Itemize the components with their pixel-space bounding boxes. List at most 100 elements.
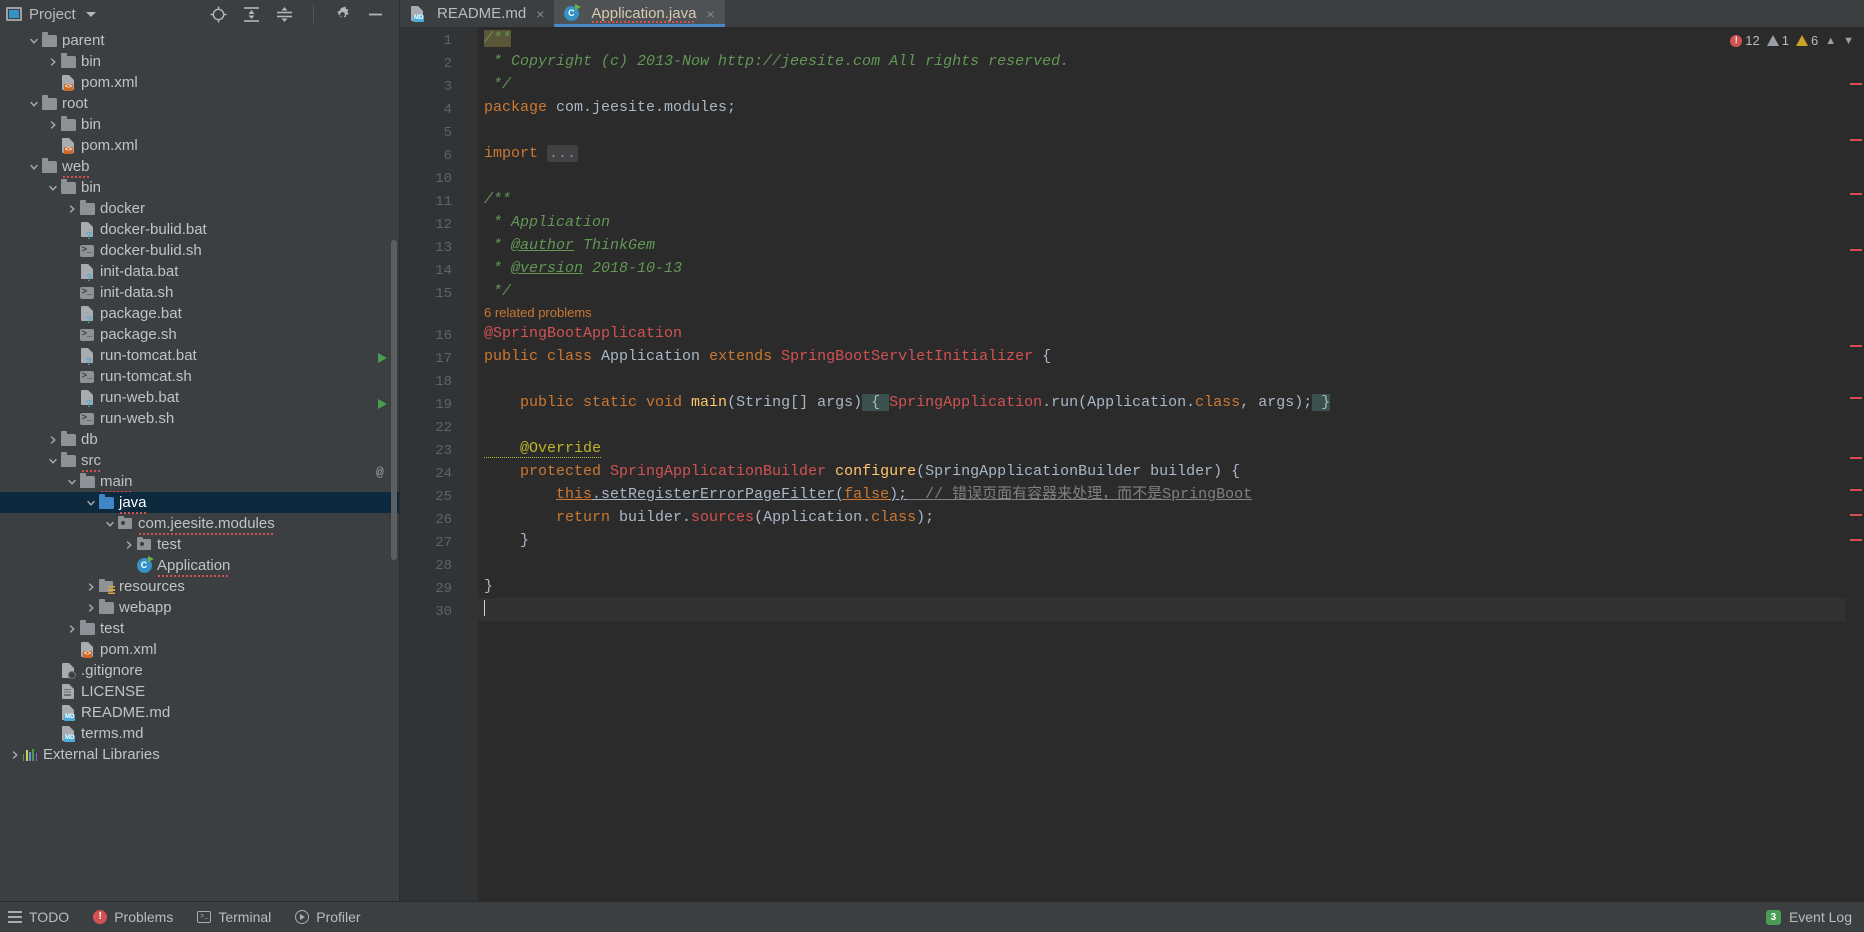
- run-gutter-icon[interactable]: [378, 353, 387, 363]
- tree-item-run-tomcat-bat[interactable]: ? run-tomcat.bat: [0, 345, 400, 368]
- tree-item-readme-md[interactable]: MD README.md: [0, 702, 400, 723]
- chevron-right-icon[interactable]: [8, 748, 22, 762]
- sh-file-icon: >_: [80, 412, 94, 425]
- chevron-up-icon[interactable]: ▲: [1825, 35, 1836, 47]
- line-number: 24 @: [376, 465, 452, 482]
- tree-item-parent[interactable]: parent: [0, 30, 400, 51]
- project-tree[interactable]: parent bin <> pom.xml root bin <> pom.xml web bin…: [0, 28, 400, 901]
- tree-item-terms-md[interactable]: MD terms.md: [0, 723, 400, 744]
- chevron-right-icon[interactable]: [46, 118, 60, 132]
- tree-item-resources[interactable]: resources: [0, 576, 400, 597]
- tree-item-run-tomcat-sh[interactable]: >_ run-tomcat.sh: [0, 366, 400, 387]
- run-gutter-icon[interactable]: [378, 399, 387, 409]
- chevron-down-icon[interactable]: [46, 454, 60, 468]
- tree-item-run-web-bat[interactable]: ? run-web.bat: [0, 387, 400, 410]
- tree-item-label: README.md: [81, 704, 171, 721]
- project-title-button[interactable]: Project: [6, 6, 96, 23]
- fold-gutter[interactable]: [462, 27, 478, 901]
- expand-all-icon[interactable]: [243, 6, 260, 23]
- chevron-right-icon[interactable]: [46, 55, 60, 69]
- tree-item-test[interactable]: test: [0, 534, 400, 555]
- chevron-down-icon[interactable]: [27, 97, 41, 111]
- statusbar-item-todo[interactable]: TODO: [8, 909, 69, 925]
- tree-item-package-bat[interactable]: ? package.bat: [0, 303, 400, 326]
- chevron-down-icon[interactable]: [65, 475, 79, 489]
- gray-warning-badge[interactable]: 1: [1766, 33, 1789, 48]
- statusbar-item-problems[interactable]: Problems: [93, 909, 173, 925]
- tree-item-pom-xml[interactable]: <> pom.xml: [0, 135, 400, 156]
- tree-item--gitignore[interactable]: .gitignore: [0, 660, 400, 681]
- tree-item-bin[interactable]: bin: [0, 177, 400, 198]
- tree-item-external-libraries[interactable]: External Libraries: [0, 744, 400, 765]
- collapse-all-icon[interactable]: [276, 6, 293, 23]
- chevron-down-icon[interactable]: [27, 34, 41, 48]
- tree-item-application[interactable]: C Application: [0, 554, 400, 577]
- code-line-24: protected SpringApplicationBuilder confi…: [484, 463, 1241, 480]
- sidebar-scrollbar[interactable]: [391, 240, 397, 560]
- close-icon[interactable]: ×: [536, 7, 544, 21]
- tab-application-java[interactable]: C Application.java ×: [554, 0, 725, 27]
- tree-item-bin[interactable]: bin: [0, 114, 400, 135]
- chevron-right-icon[interactable]: [65, 622, 79, 636]
- line-number: 27: [435, 534, 452, 551]
- tree-item-init-data-sh[interactable]: >_ init-data.sh: [0, 282, 400, 303]
- event-log-label[interactable]: Event Log: [1789, 909, 1852, 925]
- tree-item-main[interactable]: main: [0, 470, 400, 493]
- tree-item-docker[interactable]: docker: [0, 198, 400, 219]
- code-editor[interactable]: /** * Copyright (c) 2013-Now http://jees…: [478, 27, 1846, 901]
- tree-item-pom-xml[interactable]: <> pom.xml: [0, 72, 400, 93]
- tree-item-init-data-bat[interactable]: ? init-data.bat: [0, 261, 400, 284]
- warning-count-badge[interactable]: 6: [1795, 33, 1818, 48]
- tree-item-pom-xml[interactable]: <> pom.xml: [0, 639, 400, 660]
- line-number: 18: [435, 373, 452, 390]
- chevron-down-icon[interactable]: [46, 181, 60, 195]
- tree-item-java[interactable]: java: [0, 491, 400, 514]
- inspection-scroll-strip[interactable]: [1846, 27, 1864, 901]
- chevron-down-icon[interactable]: [85, 11, 96, 17]
- tree-item-run-web-sh[interactable]: >_ run-web.sh: [0, 408, 400, 429]
- tree-item-test[interactable]: test: [0, 618, 400, 639]
- folder-icon: [60, 53, 76, 70]
- tree-item-com-jeesite-modules[interactable]: com.jeesite.modules: [0, 512, 400, 535]
- folder-icon: [60, 116, 76, 133]
- tree-item-src[interactable]: src: [0, 449, 400, 472]
- tab-readme[interactable]: MD README.md ×: [400, 0, 554, 27]
- statusbar-item-terminal[interactable]: >_ Terminal: [197, 909, 271, 925]
- chevron-down-icon[interactable]: [84, 496, 98, 510]
- tree-item-docker-bulid-bat[interactable]: ? docker-bulid.bat: [0, 219, 400, 242]
- chevron-right-icon[interactable]: [84, 601, 98, 615]
- folder-blue-icon: [98, 494, 114, 511]
- tree-item-bin[interactable]: bin: [0, 51, 400, 72]
- tree-item-package-sh[interactable]: >_ package.sh: [0, 324, 400, 345]
- override-gutter-icon[interactable]: @: [376, 465, 384, 480]
- chevron-down-icon[interactable]: [27, 160, 41, 174]
- line-number: 30: [435, 603, 452, 620]
- chevron-down-icon[interactable]: [103, 517, 117, 531]
- chevron-right-icon[interactable]: [84, 580, 98, 594]
- tree-item-root[interactable]: root: [0, 93, 400, 114]
- locate-icon[interactable]: [210, 6, 227, 23]
- tree-item-webapp[interactable]: webapp: [0, 597, 400, 618]
- line-number-gutter[interactable]: 1 2 3 4 5 6 10 11 12 13 14 15 16 17 18 19 22 23 24 @25 26 27 2…: [376, 27, 462, 901]
- tree-item-docker-bulid-sh[interactable]: >_ docker-bulid.sh: [0, 240, 400, 261]
- tree-item-label: pom.xml: [81, 74, 138, 91]
- tree-item-label: bin: [81, 116, 102, 133]
- close-icon[interactable]: ×: [706, 7, 714, 21]
- editor-area: MD README.md × C Application.java × ! 12…: [376, 0, 1864, 901]
- error-count-badge[interactable]: 12: [1730, 33, 1760, 48]
- terminal-icon: >_: [197, 911, 212, 923]
- line-number: 23: [435, 442, 452, 459]
- chevron-right-icon[interactable]: [122, 538, 136, 552]
- tree-item-web[interactable]: web: [0, 155, 400, 178]
- chevron-down-icon[interactable]: ▼: [1843, 35, 1854, 47]
- statusbar-item-profiler[interactable]: Profiler: [295, 909, 361, 925]
- gear-icon[interactable]: [334, 6, 351, 23]
- tree-item-license[interactable]: LICENSE: [0, 681, 400, 702]
- tree-item-db[interactable]: db: [0, 429, 400, 450]
- chevron-right-icon[interactable]: [65, 202, 79, 216]
- hide-panel-icon[interactable]: [367, 6, 384, 23]
- chevron-right-icon[interactable]: [46, 433, 60, 447]
- code-line-3: */: [484, 76, 512, 93]
- tree-item-label: run-web.bat: [100, 389, 180, 406]
- no-arrow: [65, 265, 79, 279]
